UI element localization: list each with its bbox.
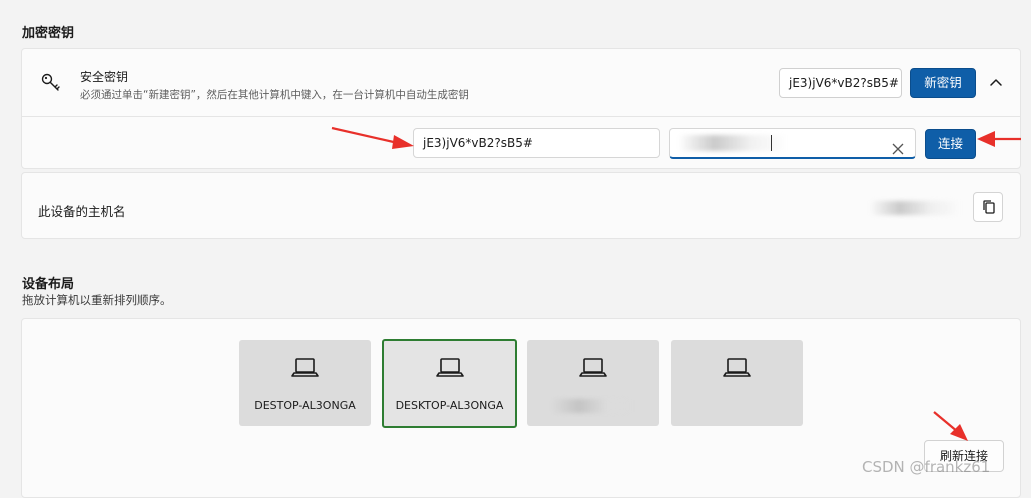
redacted-device-name: [551, 399, 635, 413]
redacted-hostname: [870, 201, 960, 215]
annotation-arrow-key-input: [331, 126, 414, 149]
copy-hostname-button[interactable]: [973, 192, 1003, 222]
computer-name-input[interactable]: [669, 128, 916, 159]
key-input[interactable]: jE3)jV6*vB2?sB5#: [413, 128, 660, 158]
copy-icon: [981, 199, 997, 218]
laptop-icon: [722, 356, 752, 383]
annotation-arrow-connect: [977, 131, 1021, 147]
hostname-card: 此设备的主机名: [21, 172, 1021, 239]
security-key-title: 安全密钥: [80, 70, 129, 84]
connect-button[interactable]: 连接: [925, 129, 976, 159]
device-tile[interactable]: DESTOP-AL3ONGA: [239, 340, 371, 426]
hostname-label: 此设备的主机名: [38, 204, 126, 219]
card-divider: [22, 116, 1020, 117]
device-name: DESKTOP-AL3ONGA: [395, 399, 504, 412]
watermark: CSDN @frankz61: [862, 458, 991, 476]
device-tile[interactable]: [671, 340, 803, 426]
new-key-button[interactable]: 新密钥: [910, 68, 976, 98]
text-cursor: [771, 135, 772, 151]
laptop-icon: [435, 356, 465, 383]
security-key-description: 必须通过单击“新建密钥”，然后在其他计算机中键入，在一台计算机中自动生成密钥: [80, 89, 469, 101]
layout-subtitle: 拖放计算机以重新排列顺序。: [22, 293, 172, 307]
clear-icon[interactable]: [892, 137, 904, 165]
annotation-arrow-refresh: [933, 411, 968, 441]
laptop-icon: [578, 356, 608, 383]
chevron-up-icon[interactable]: [988, 75, 1004, 94]
laptop-icon: [290, 356, 320, 383]
security-key-card: 安全密钥 必须通过单击“新建密钥”，然后在其他计算机中键入，在一台计算机中自动生…: [21, 48, 1021, 169]
device-tile-selected[interactable]: DESKTOP-AL3ONGA: [382, 339, 517, 428]
device-name: DESTOP-AL3ONGA: [254, 399, 356, 412]
encryption-section-title: 加密密钥: [22, 26, 75, 41]
layout-section-title: 设备布局: [22, 277, 75, 292]
key-icon: [40, 71, 64, 98]
current-key-display: jE3)jV6*vB2?sB5#: [779, 68, 902, 98]
device-tile[interactable]: [527, 340, 659, 426]
